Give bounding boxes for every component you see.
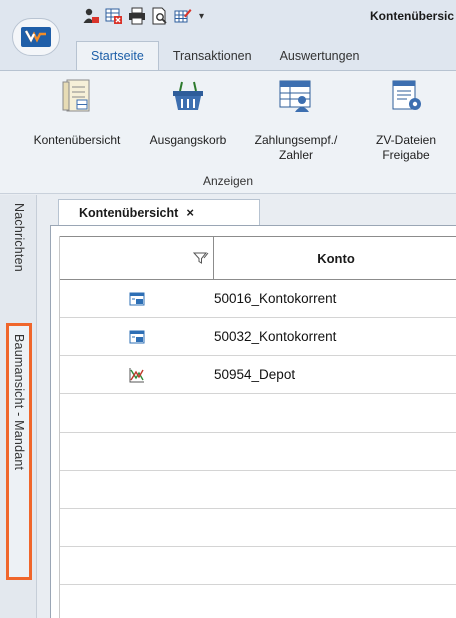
payee-icon (279, 80, 311, 112)
document-area: Kontenübersicht × Konto 50016_Kontokorre… (38, 195, 456, 618)
side-tab-nachrichten-label: Nachrichten (12, 203, 26, 272)
zahlungsempf-button[interactable]: Zahlungsempf./ Zahler (240, 77, 352, 177)
print-preview-icon[interactable] (151, 7, 169, 25)
zv-dateien-button[interactable]: ZV-Dateien Freigabe (358, 77, 454, 177)
grid-empty-row-line (60, 470, 456, 471)
kontenuebersicht-label: Kontenübersicht (33, 133, 121, 147)
grid-body: Konto 50016_Kontokorrent 50032_Kontokorr… (59, 236, 456, 618)
zv-dateien-label: ZV-Dateien Freigabe (375, 133, 437, 162)
ausgangskorb-label: Ausgangskorb (149, 133, 227, 147)
konto-cell: 50954_Depot (214, 367, 296, 382)
ribbon-tab-strip: Startseite Transaktionen Auswertungen (76, 40, 373, 70)
window-title: Kontenübersic (370, 9, 455, 23)
accounts-grid: Konto 50016_Kontokorrent 50032_Kontokorr… (50, 225, 456, 618)
quick-access-toolbar: ▾ (82, 4, 204, 28)
ribbon-group-label: Anzeigen (202, 174, 254, 188)
tab-auswertungen[interactable]: Auswertungen (266, 41, 374, 70)
printer-icon[interactable] (128, 7, 146, 25)
filter-icon[interactable] (193, 251, 209, 265)
basket-icon (173, 81, 203, 110)
grid-header-filter-cell[interactable] (60, 237, 214, 279)
zahlungsempf-label: Zahlungsempf./ Zahler (254, 133, 338, 162)
depot-chart-icon (60, 367, 214, 383)
kontenuebersicht-button[interactable]: Kontenübersicht (18, 77, 136, 177)
side-tab-baumansicht-mandant[interactable]: Baumansicht - Mandant (6, 323, 32, 580)
close-icon[interactable]: × (186, 205, 194, 220)
tab-startseite[interactable]: Startseite (76, 41, 159, 70)
user-lock-icon[interactable] (82, 7, 100, 25)
table-row[interactable]: 50032_Kontokorrent (60, 318, 456, 356)
grid-header-konto[interactable]: Konto (214, 237, 456, 279)
grid-header-row: Konto (60, 236, 456, 280)
konto-cell: 50016_Kontokorrent (214, 291, 337, 306)
document-tab-label: Kontenübersicht (79, 205, 179, 220)
qat-customize-caret[interactable]: ▾ (199, 11, 204, 22)
side-tab-baumansicht-label: Baumansicht - Mandant (12, 334, 26, 471)
ribbon-panel: Kontenübersicht Ausgangskorb Zahlungsemp… (0, 70, 456, 194)
vr-bank-logo-icon (21, 27, 51, 47)
account-card-icon (60, 291, 214, 307)
grid-empty-row-line (60, 546, 456, 547)
ledger-icon (62, 79, 90, 112)
grid-empty-row-line (60, 432, 456, 433)
grid-edit-icon[interactable] (174, 7, 192, 25)
table-row[interactable]: 50016_Kontokorrent (60, 280, 456, 318)
ausgangskorb-button[interactable]: Ausgangskorb (140, 77, 236, 177)
grid-empty-row-line (60, 508, 456, 509)
account-card-icon (60, 329, 214, 345)
konto-cell: 50032_Kontokorrent (214, 329, 337, 344)
document-tab-kontenuebersicht[interactable]: Kontenübersicht × (58, 199, 260, 225)
tab-transaktionen[interactable]: Transaktionen (159, 41, 266, 70)
app-menu-button[interactable] (12, 18, 60, 56)
grid-empty-row-line (60, 584, 456, 585)
app-window: ▾ Kontenübersic Startseite Transaktionen… (0, 0, 456, 618)
grid-delete-icon[interactable] (105, 7, 123, 25)
file-settings-icon (392, 80, 421, 110)
side-panel: Nachrichten Baumansicht - Mandant (0, 195, 37, 618)
side-tab-nachrichten[interactable]: Nachrichten (6, 203, 32, 313)
title-bar: ▾ Kontenübersic Startseite Transaktionen… (0, 0, 456, 70)
table-row[interactable]: 50954_Depot (60, 356, 456, 394)
